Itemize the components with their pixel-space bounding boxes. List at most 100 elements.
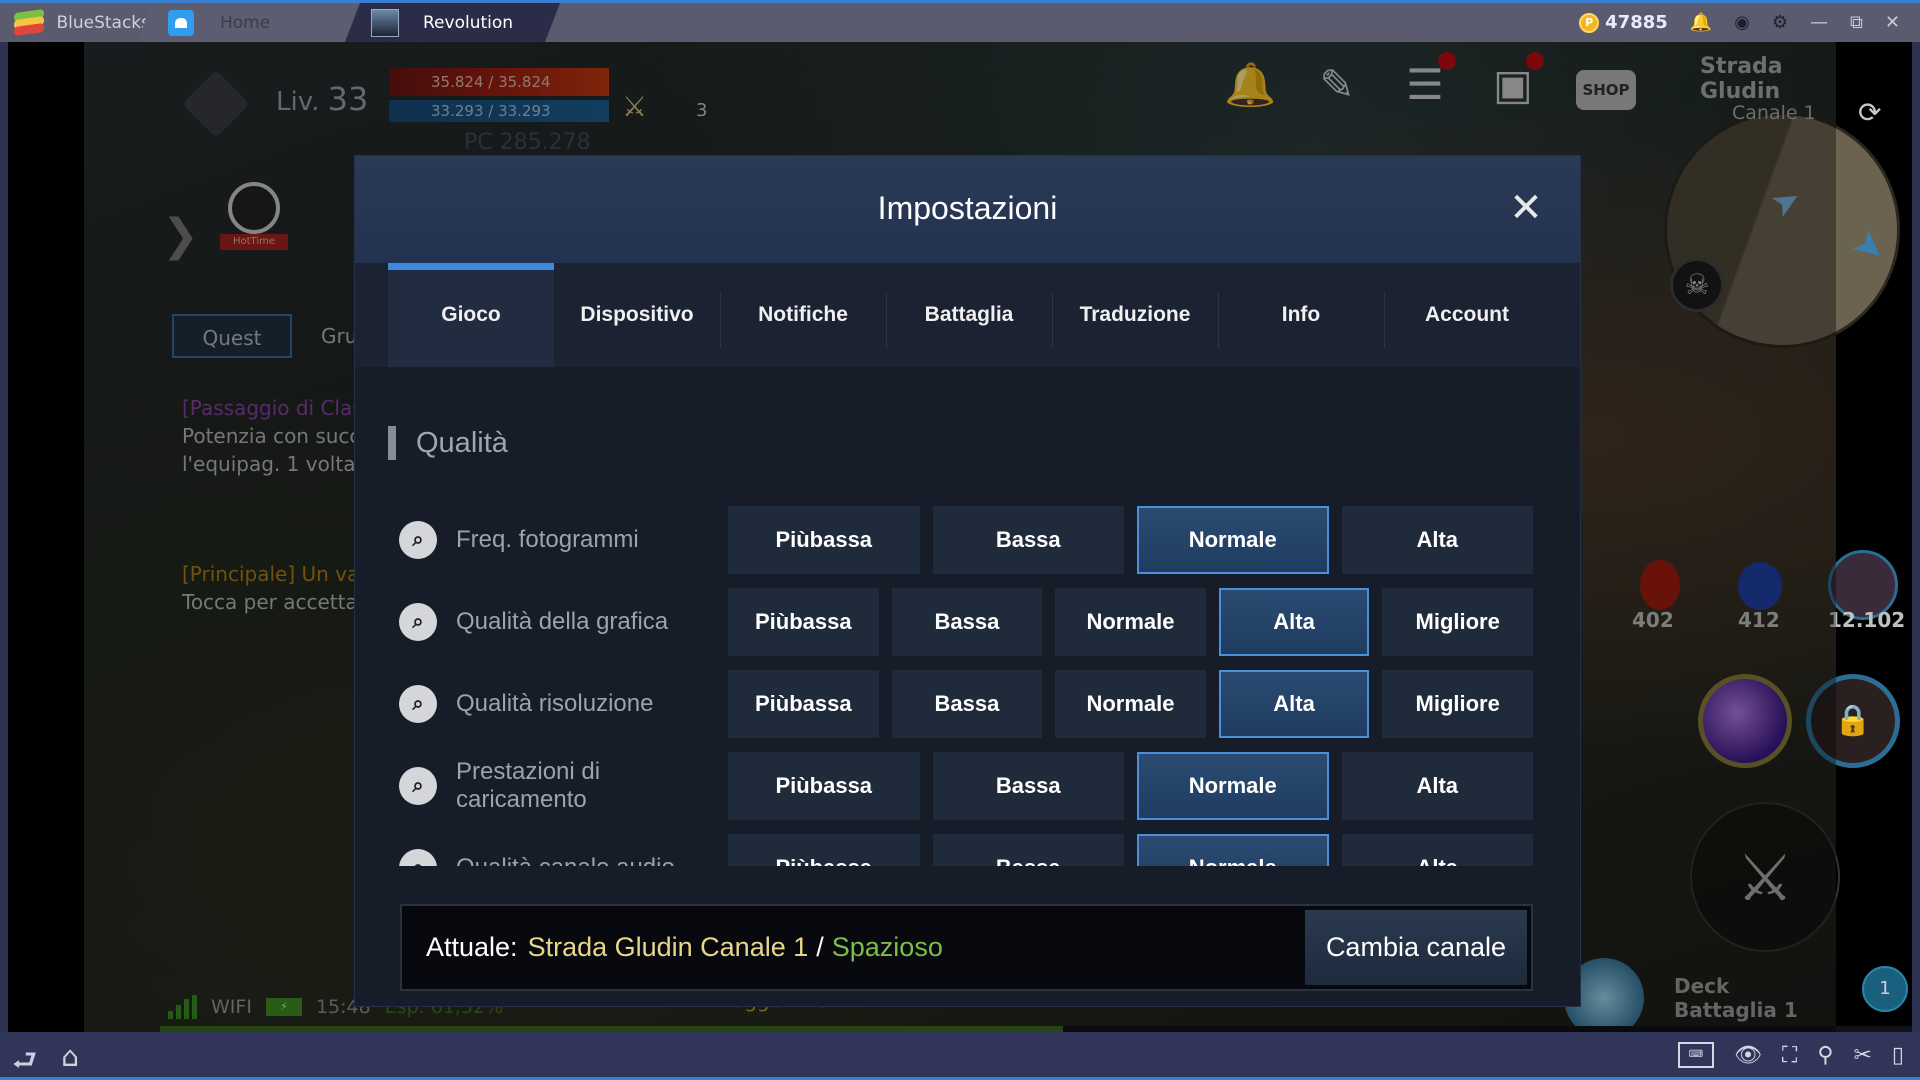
option-group: Piùbassa Bassa Normale Alta (728, 834, 1533, 866)
setting-row: ⌕ Qualità canale audio Piùbassa Bassa Normal… (355, 834, 1580, 866)
option-button[interactable]: Alta (1341, 834, 1533, 866)
setting-label: ⌕ Qualità risoluzione (399, 670, 653, 738)
home-icon (168, 9, 194, 36)
home-icon[interactable]: ⌂ (61, 1040, 79, 1080)
deck-switch-button[interactable]: 1 (1862, 966, 1908, 1012)
bluestacks-window: BlueStacks Home Revolution P 47885 🔔 ◉ ⚙… (0, 0, 1920, 1080)
option-button[interactable]: Migliore (1382, 670, 1533, 738)
section-title-text: Qualità (416, 426, 508, 459)
rotate-device-icon[interactable]: ▯ (1892, 1043, 1904, 1068)
settings-dialog: Impostazioni ✕ Gioco Dispositivo Notifiche… (355, 156, 1580, 1006)
back-icon[interactable]: ⮐ (12, 1040, 37, 1080)
setting-label-text: Prestazioni di caricamento (456, 758, 601, 813)
tab-label: Home (220, 12, 271, 33)
magnifier-info-icon[interactable]: ⌕ (399, 767, 437, 805)
setting-label: ⌕ Freq. fotogrammi (399, 506, 639, 574)
option-group: PiùbassaBassaNormaleAlta (728, 752, 1533, 820)
tab-label: Revolution (423, 12, 514, 33)
option-group: Piùbassa Bassa Normale Alta Migliore (728, 588, 1533, 656)
setting-row: ⌕ Qualità risoluzione Piùbassa Bassa Normale… (355, 670, 1580, 738)
option-button[interactable]: Bassa (932, 506, 1124, 574)
dialog-title: Impostazioni (877, 190, 1058, 226)
tab-battaglia[interactable]: Battaglia (886, 263, 1052, 367)
item-count: 12.102 (1828, 608, 1906, 632)
current-separator: / (816, 932, 824, 962)
magnifier-info-icon[interactable]: ⌕ (399, 685, 437, 723)
option-button[interactable]: Alta (1341, 752, 1533, 820)
setting-row: ⌕ Qualità della grafica Piùbassa Bassa Norma… (355, 588, 1580, 656)
scissors-icon[interactable]: ✂ (1853, 1043, 1871, 1068)
magnifier-info-icon[interactable]: ⌕ (399, 521, 437, 559)
restore-icon[interactable]: ⧉ (1850, 12, 1863, 33)
tab-notifiche[interactable]: Notifiche (720, 263, 886, 367)
title-bar-controls: P 47885 🔔 ◉ ⚙ — ⧉ ✕ (1579, 3, 1900, 42)
option-button[interactable]: Normale (1137, 834, 1329, 866)
close-button[interactable]: ✕ (1506, 188, 1546, 228)
option-button[interactable]: Alta (1341, 506, 1533, 574)
tab-bluestacks[interactable]: BlueStacks (0, 3, 150, 42)
option-button[interactable]: Normale (1137, 752, 1329, 820)
magnifier-info-icon[interactable]: ⌕ (399, 849, 437, 866)
current-channel-info: Attuale: Strada Gludin Canale 1 / Spazio… (426, 906, 943, 989)
title-bar: BlueStacks Home Revolution P 47885 🔔 ◉ ⚙… (0, 0, 1920, 42)
option-button[interactable]: Piùbassa (728, 670, 879, 738)
option-button[interactable]: Piùbassa (728, 834, 920, 866)
magnifier-info-icon[interactable]: ⌕ (399, 603, 437, 641)
account-icon[interactable]: ◉ (1734, 12, 1750, 33)
option-button[interactable]: Piùbassa (728, 506, 920, 574)
bottom-tools: ⌨ 👁 ⛶ ⚲ ✂ ▯ (1677, 1042, 1904, 1068)
option-group: Piùbassa Bassa Normale Alta Migliore (728, 670, 1533, 738)
option-button[interactable]: Alta (1218, 670, 1370, 738)
dialog-header: Impostazioni ✕ (355, 156, 1580, 263)
tab-gioco[interactable]: Gioco (388, 263, 554, 367)
tab-home[interactable]: Home (138, 3, 358, 42)
setting-label: ⌕ Prestazioni di caricamento (399, 752, 636, 820)
keyboard-icon[interactable]: ⌨ (1677, 1042, 1714, 1068)
option-button[interactable]: Piùbassa (728, 588, 879, 656)
coin-balance[interactable]: 47885 (1605, 12, 1668, 33)
section-marker (388, 426, 396, 460)
refresh-icon[interactable]: ⟳ (1858, 96, 1881, 129)
setting-row: ⌕ Freq. fotogrammi Piùbassa Bassa Normale Alt… (355, 506, 1580, 574)
setting-row: ⌕ Prestazioni di caricamento Piùbassa Bassa… (355, 752, 1580, 820)
eye-icon[interactable]: 👁 (1734, 1043, 1762, 1068)
tab-dispositivo[interactable]: Dispositivo (554, 263, 720, 367)
close-icon[interactable]: ✕ (1885, 12, 1900, 33)
tab-account[interactable]: Account (1384, 263, 1550, 367)
setting-label: ⌕ Qualità della grafica (399, 588, 668, 656)
section-title: Qualità (388, 426, 508, 460)
setting-label-text: Qualità risoluzione (456, 690, 654, 717)
option-button[interactable]: Normale (1055, 588, 1206, 656)
fullscreen-icon[interactable]: ⛶ (1782, 1043, 1797, 1068)
tab-revolution[interactable]: Revolution (345, 3, 560, 42)
option-button[interactable]: Normale (1137, 506, 1329, 574)
setting-label-text: Freq. fotogrammi (456, 526, 639, 553)
option-group: PiùbassaBassaNormaleAlta (728, 506, 1533, 574)
bell-icon[interactable]: 🔔 (1690, 12, 1712, 33)
current-label: Attuale: (426, 932, 518, 962)
option-button[interactable]: Bassa (932, 752, 1124, 820)
bluestacks-bottom-bar: ⮐ ⌂ ⌨ 👁 ⛶ ⚲ ✂ ▯ (0, 1032, 1920, 1080)
option-button[interactable]: Migliore (1382, 588, 1533, 656)
tab-info[interactable]: Info (1218, 263, 1384, 367)
option-button[interactable]: Bassa (891, 588, 1043, 656)
option-button[interactable]: Bassa (932, 834, 1124, 866)
settings-list[interactable]: ⌕ Freq. fotogrammi Piùbassa Bassa Normale Alt… (355, 506, 1580, 866)
coin-icon: P (1579, 12, 1600, 33)
tab-traduzione[interactable]: Traduzione (1052, 263, 1218, 367)
setting-label: ⌕ Qualità canale audio (399, 834, 675, 866)
current-location: Strada Gludin Canale 1 (527, 932, 809, 962)
gear-icon[interactable]: ⚙ (1772, 12, 1788, 33)
option-button[interactable]: Alta (1218, 588, 1370, 656)
bluestacks-logo-icon (14, 8, 44, 36)
option-button[interactable]: Normale (1055, 670, 1206, 738)
option-button[interactable]: Piùbassa (728, 752, 920, 820)
option-button[interactable]: Bassa (891, 670, 1043, 738)
revolution-app-icon (371, 8, 399, 37)
game-viewport[interactable]: Liv. 33 35.824 / 35.824 33.293 / 33.293 … (8, 42, 1912, 1032)
change-channel-button[interactable]: Cambia canale (1305, 910, 1527, 985)
minimize-icon[interactable]: — (1810, 12, 1828, 33)
location-icon[interactable]: ⚲ (1817, 1043, 1833, 1068)
settings-tabs: Gioco Dispositivo Notifiche Battaglia Traduz… (355, 263, 1580, 367)
current-channel-bar: Attuale: Strada Gludin Canale 1 / Spazio… (400, 904, 1533, 991)
